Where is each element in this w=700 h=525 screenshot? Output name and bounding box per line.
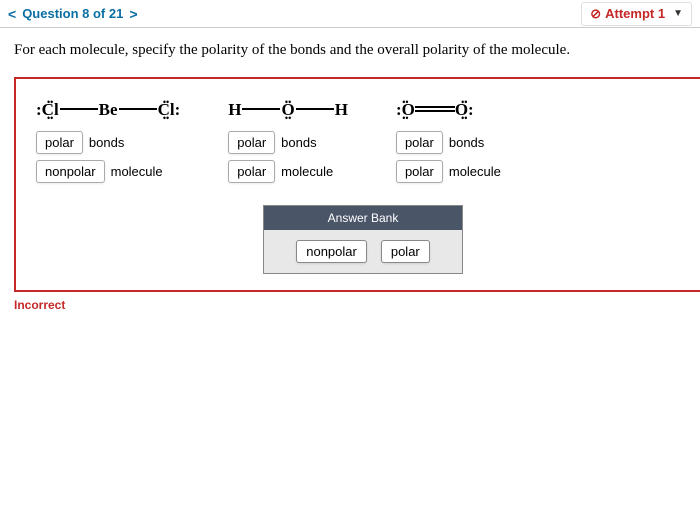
molecule-h2o: H••O••H polar bonds polar molecule <box>228 95 348 183</box>
drop-molecule-1[interactable]: polar <box>228 160 275 183</box>
attempt-dropdown[interactable]: ⊘ Attempt 1 ▼ <box>581 2 692 26</box>
drop-molecule-0[interactable]: nonpolar <box>36 160 105 183</box>
molecules-row: :••Cl••Be••Cl••: polar bonds nonpolar mo… <box>36 95 690 183</box>
drop-bonds-1[interactable]: polar <box>228 131 275 154</box>
bonds-label-0: bonds <box>89 135 124 150</box>
prev-arrow[interactable]: < <box>8 6 16 22</box>
next-arrow[interactable]: > <box>129 6 137 22</box>
molecule-becl2: :••Cl••Be••Cl••: polar bonds nonpolar mo… <box>36 95 180 183</box>
molecule-label-1: molecule <box>281 164 333 179</box>
chip-nonpolar[interactable]: nonpolar <box>296 240 367 263</box>
chevron-down-icon: ▼ <box>673 8 683 19</box>
bank-body: nonpolar polar <box>264 230 462 273</box>
drop-bonds-2[interactable]: polar <box>396 131 443 154</box>
work-area: :••Cl••Be••Cl••: polar bonds nonpolar mo… <box>14 77 700 292</box>
chip-polar[interactable]: polar <box>381 240 430 263</box>
molecule-o2: ••:O••••O:•• polar bonds polar molecule <box>396 95 501 183</box>
question-counter: Question 8 of 21 <box>22 6 123 21</box>
bonds-label-2: bonds <box>449 135 484 150</box>
question-prompt: For each molecule, specify the polarity … <box>0 28 700 69</box>
attempt-icon: ⊘ <box>590 6 601 22</box>
drop-molecule-2[interactable]: polar <box>396 160 443 183</box>
top-bar: < Question 8 of 21 > ⊘ Attempt 1 ▼ <box>0 0 700 28</box>
bank-header: Answer Bank <box>264 206 462 230</box>
question-nav: < Question 8 of 21 > <box>8 6 138 22</box>
diagram-o2: ••:O••••O:•• <box>396 95 501 125</box>
answer-bank: Answer Bank nonpolar polar <box>263 205 463 274</box>
attempt-label: Attempt 1 <box>605 6 665 21</box>
molecule-label-2: molecule <box>449 164 501 179</box>
diagram-h2o: H••O••H <box>228 95 348 125</box>
bonds-label-1: bonds <box>281 135 316 150</box>
molecule-label-0: molecule <box>111 164 163 179</box>
drop-bonds-0[interactable]: polar <box>36 131 83 154</box>
feedback-label: Incorrect <box>14 298 700 312</box>
diagram-becl2: :••Cl••Be••Cl••: <box>36 95 180 125</box>
